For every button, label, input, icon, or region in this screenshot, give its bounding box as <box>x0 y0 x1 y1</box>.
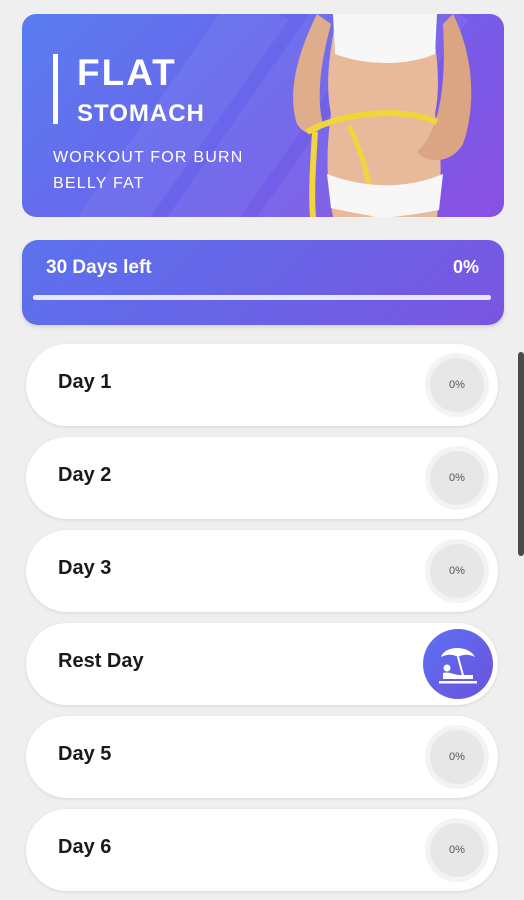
day-label: Day 6 <box>58 836 112 858</box>
day-card-3[interactable]: Day 3 0% <box>26 530 498 612</box>
day-progress-ring: 0% <box>425 353 489 417</box>
day-card-1[interactable]: Day 1 0% <box>26 344 498 426</box>
banner-title: FLAT <box>77 52 177 93</box>
day-progress-percent: 0% <box>430 451 484 505</box>
day-label: Rest Day <box>58 650 144 672</box>
beach-umbrella-icon <box>423 629 493 699</box>
woman-measuring-waist-image <box>293 14 472 217</box>
day-card-5[interactable]: Day 5 0% <box>26 716 498 798</box>
banner-accent-bar <box>53 54 58 124</box>
day-card-6[interactable]: Day 6 0% <box>26 809 498 891</box>
day-label: Day 2 <box>58 464 112 486</box>
plan-progress-card: 30 Days left 0% <box>22 240 504 325</box>
progress-percent-label: 0% <box>452 257 479 277</box>
day-label: Day 1 <box>58 371 112 393</box>
day-card-2[interactable]: Day 2 0% <box>26 437 498 519</box>
day-progress-ring: 0% <box>425 818 489 882</box>
day-label: Day 5 <box>58 743 112 765</box>
progress-bar <box>33 295 491 300</box>
day-progress-percent: 0% <box>430 823 484 877</box>
hero-banner[interactable]: FLAT STOMACH WORKOUT FOR BURN BELLY FAT <box>22 14 504 217</box>
banner-subtitle: STOMACH <box>77 100 205 127</box>
days-left-label: 30 Days left <box>46 257 152 278</box>
rest-day-card[interactable]: Rest Day <box>26 623 498 705</box>
day-label: Day 3 <box>58 557 112 579</box>
day-progress-ring: 0% <box>425 725 489 789</box>
progress-bar-fill <box>33 295 491 300</box>
day-progress-percent: 0% <box>430 544 484 598</box>
banner-tagline: WORKOUT FOR BURN BELLY FAT <box>53 149 244 192</box>
day-progress-percent: 0% <box>430 358 484 412</box>
day-progress-percent: 0% <box>430 730 484 784</box>
day-progress-ring: 0% <box>425 539 489 603</box>
scrollbar-thumb[interactable] <box>518 352 524 556</box>
day-progress-ring: 0% <box>425 446 489 510</box>
